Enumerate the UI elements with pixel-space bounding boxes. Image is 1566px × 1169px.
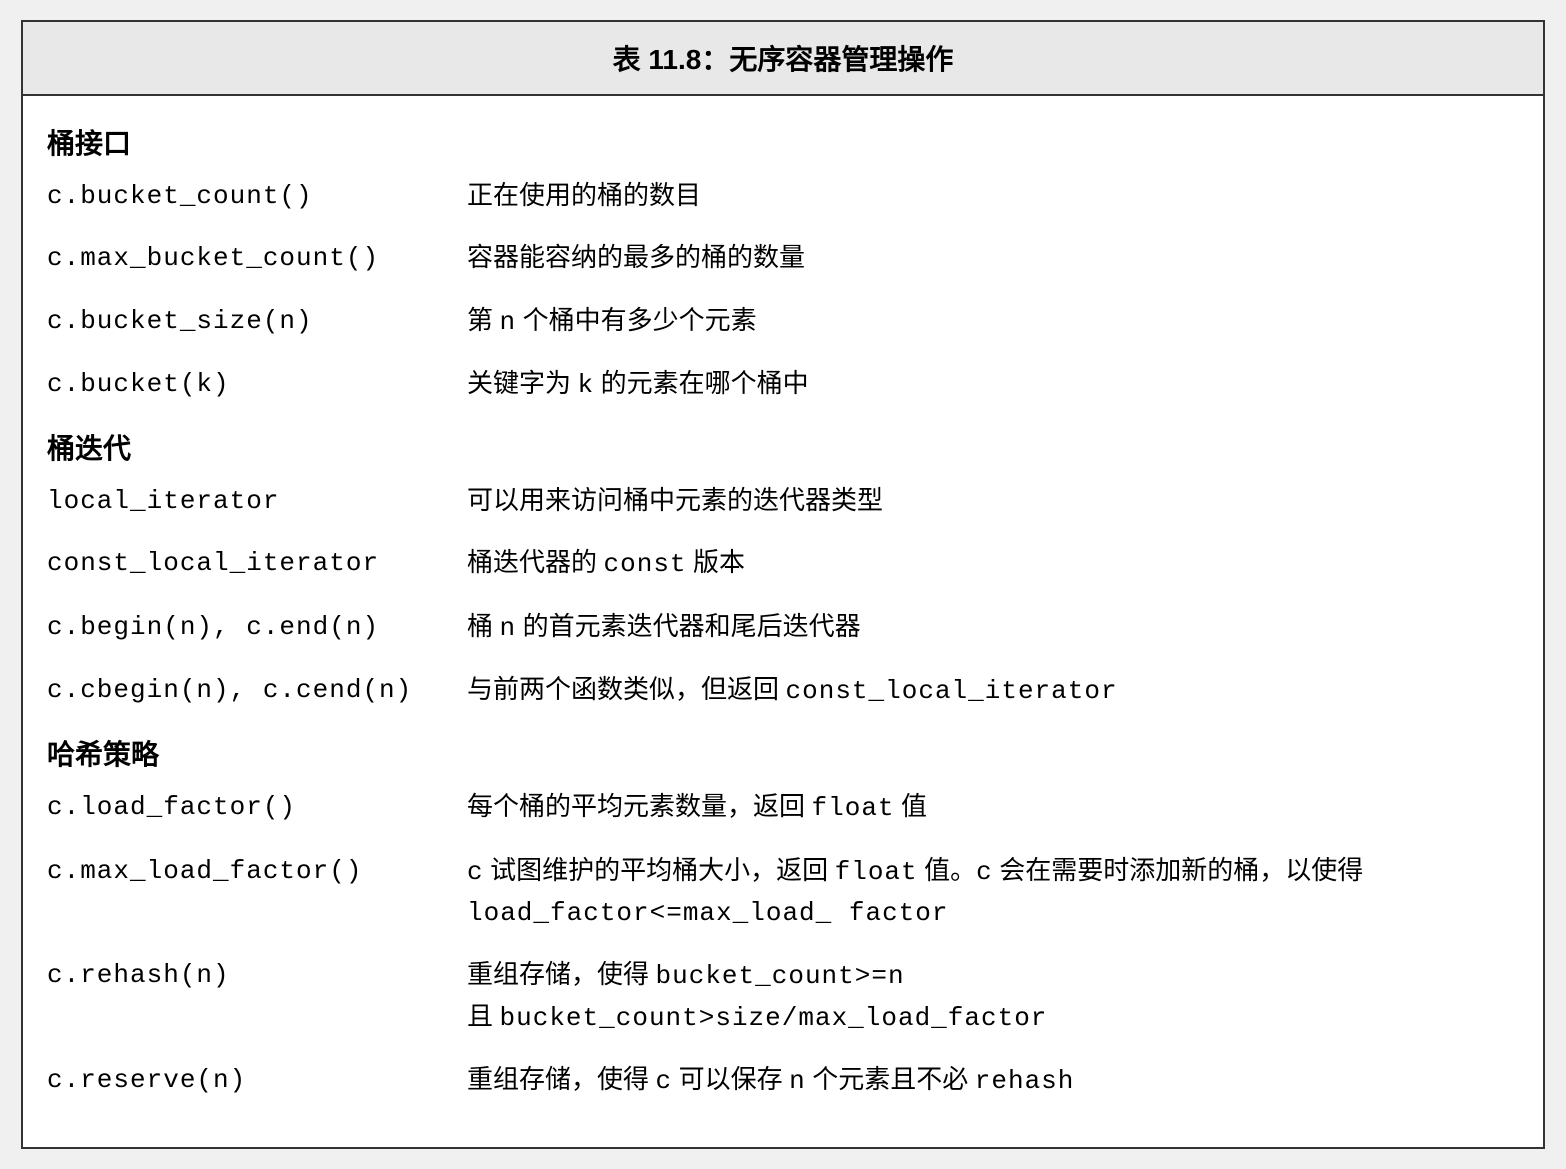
table-row: c.max_bucket_count()容器能容纳的最多的桶的数量 <box>47 238 1519 278</box>
table-row: c.begin(n), c.end(n)桶 n 的首元素迭代器和尾后迭代器 <box>47 607 1519 648</box>
section-header: 桶迭代 <box>47 427 1519 467</box>
operation-description: 桶 n 的首元素迭代器和尾后迭代器 <box>467 607 1519 648</box>
operation-description: 重组存储，使得 c 可以保存 n 个元素且不必 rehash <box>467 1060 1519 1101</box>
table-row: local_iterator可以用来访问桶中元素的迭代器类型 <box>47 481 1519 521</box>
operation-description: 正在使用的桶的数目 <box>467 176 1519 216</box>
operation-name: c.bucket_count() <box>47 176 467 216</box>
operation-name: c.max_bucket_count() <box>47 238 467 278</box>
operation-name: c.cbegin(n), c.cend(n) <box>47 670 467 710</box>
operation-description: 可以用来访问桶中元素的迭代器类型 <box>467 481 1519 521</box>
table-container: 表 11.8：无序容器管理操作 桶接口 c.bucket_count()正在使用的… <box>21 20 1545 1149</box>
operation-description: 重组存储，使得 bucket_count>=n且 bucket_count>si… <box>467 955 1519 1038</box>
section-header: 桶接口 <box>47 122 1519 162</box>
operation-name: c.rehash(n) <box>47 955 467 995</box>
operation-description: 桶迭代器的 const 版本 <box>467 543 1519 584</box>
operation-name: c.reserve(n) <box>47 1060 467 1100</box>
operation-name: c.load_factor() <box>47 787 467 827</box>
operation-description: c 试图维护的平均桶大小，返回 float 值。c 会在需要时添加新的桶，以使得… <box>467 851 1519 934</box>
operation-name: c.bucket_size(n) <box>47 301 467 341</box>
operation-description: 与前两个函数类似，但返回 const_local_iterator <box>467 670 1519 711</box>
operation-description: 每个桶的平均元素数量，返回 float 值 <box>467 787 1519 828</box>
table-row: c.bucket_count()正在使用的桶的数目 <box>47 176 1519 216</box>
operation-name: const_local_iterator <box>47 543 467 583</box>
table-row: c.bucket(k)关键字为 k 的元素在哪个桶中 <box>47 364 1519 405</box>
table-row: c.load_factor()每个桶的平均元素数量，返回 float 值 <box>47 787 1519 828</box>
table-row: c.cbegin(n), c.cend(n)与前两个函数类似，但返回 const… <box>47 670 1519 711</box>
operation-name: c.begin(n), c.end(n) <box>47 607 467 647</box>
table-title: 表 11.8：无序容器管理操作 <box>23 22 1543 96</box>
table-row: c.max_load_factor()c 试图维护的平均桶大小，返回 float… <box>47 851 1519 934</box>
operation-description: 第 n 个桶中有多少个元素 <box>467 301 1519 342</box>
table-row: c.reserve(n)重组存储，使得 c 可以保存 n 个元素且不必 reha… <box>47 1060 1519 1101</box>
operation-description: 容器能容纳的最多的桶的数量 <box>467 238 1519 278</box>
table-body: 桶接口c.bucket_count()正在使用的桶的数目c.max_bucket… <box>23 96 1543 1147</box>
operation-description: 关键字为 k 的元素在哪个桶中 <box>467 364 1519 405</box>
table-row: c.bucket_size(n)第 n 个桶中有多少个元素 <box>47 301 1519 342</box>
operation-name: c.max_load_factor() <box>47 851 467 891</box>
operation-name: c.bucket(k) <box>47 364 467 404</box>
operation-name: local_iterator <box>47 481 467 521</box>
table-row: c.rehash(n)重组存储，使得 bucket_count>=n且 buck… <box>47 955 1519 1038</box>
section-header: 哈希策略 <box>47 733 1519 773</box>
table-row: const_local_iterator桶迭代器的 const 版本 <box>47 543 1519 584</box>
